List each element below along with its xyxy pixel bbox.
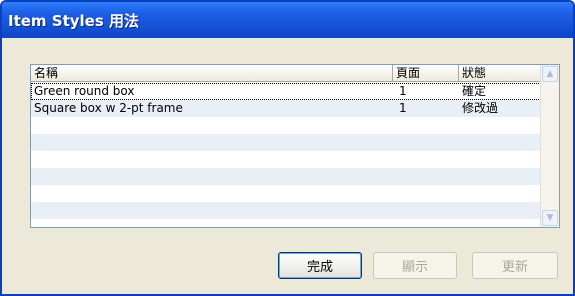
- empty-row: [31, 202, 541, 219]
- empty-row: [31, 117, 541, 134]
- row-page: 1: [399, 84, 407, 98]
- dialog-window: Item Styles 用法 名稱 頁面 狀態 Green round box …: [0, 0, 575, 296]
- column-header-page[interactable]: 頁面: [393, 65, 459, 82]
- table-row[interactable]: Green round box 1 確定: [31, 83, 541, 100]
- window-title: Item Styles 用法: [8, 11, 139, 30]
- item-styles-list[interactable]: 名稱 頁面 狀態 Green round box 1 確定 Square box…: [30, 64, 560, 228]
- scroll-down-icon[interactable]: ▼: [542, 210, 558, 226]
- empty-row: [31, 151, 541, 168]
- list-rows: Green round box 1 確定 Square box w 2-pt f…: [31, 83, 541, 227]
- update-button[interactable]: 更新: [472, 252, 558, 279]
- row-name: Green round box: [34, 84, 135, 98]
- row-page: 1: [399, 101, 407, 115]
- vertical-scrollbar[interactable]: ▲ ▼: [540, 65, 559, 227]
- empty-row: [31, 134, 541, 151]
- row-status: 修改過: [462, 101, 499, 115]
- scroll-up-icon[interactable]: ▲: [542, 66, 558, 82]
- row-status: 確定: [462, 84, 487, 98]
- dialog-body: 名稱 頁面 狀態 Green round box 1 確定 Square box…: [2, 38, 573, 294]
- done-button[interactable]: 完成: [278, 252, 362, 279]
- list-header: 名稱 頁面 狀態: [31, 65, 541, 83]
- title-bar[interactable]: Item Styles 用法: [2, 2, 573, 38]
- table-row[interactable]: Square box w 2-pt frame 1 修改過: [31, 100, 541, 117]
- row-name: Square box w 2-pt frame: [34, 101, 183, 115]
- column-header-status[interactable]: 狀態: [459, 65, 541, 82]
- empty-row: [31, 185, 541, 202]
- show-button[interactable]: 顯示: [373, 252, 457, 279]
- empty-row: [31, 168, 541, 185]
- column-header-name[interactable]: 名稱: [31, 65, 393, 82]
